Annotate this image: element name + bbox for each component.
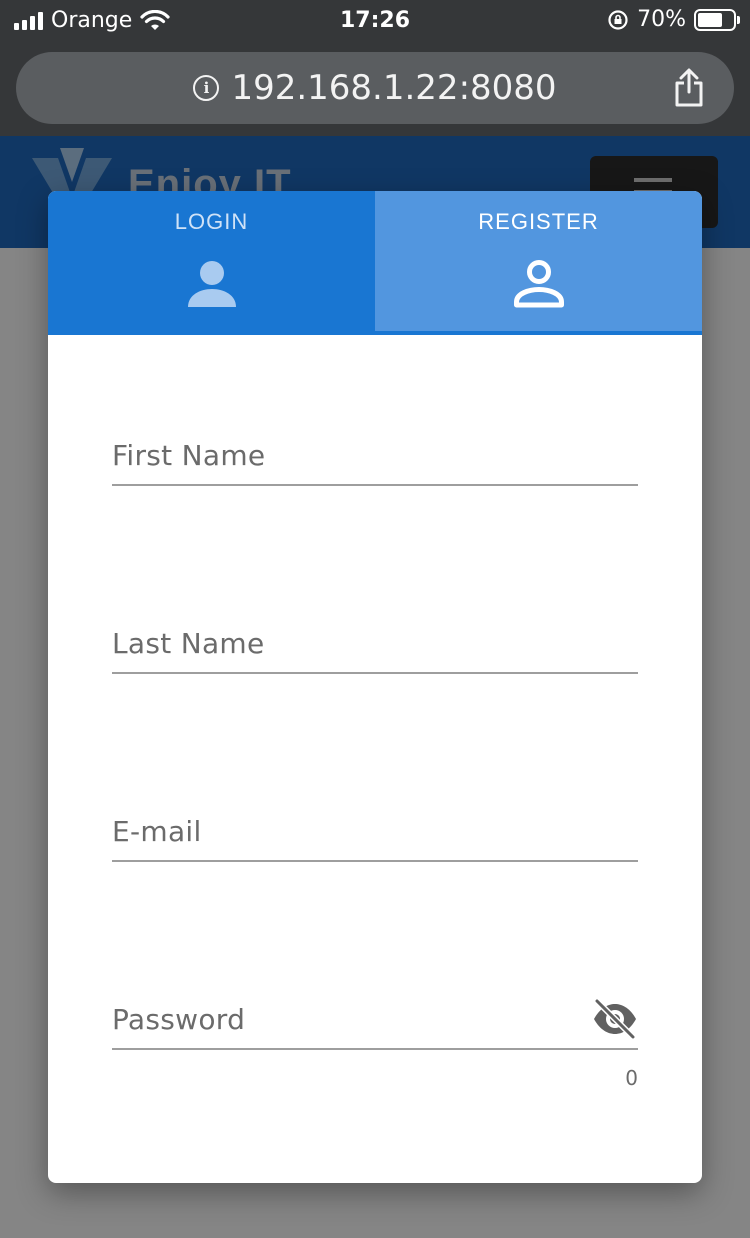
last-name-input[interactable]: [112, 614, 638, 672]
status-bar: Orange 17:26 70%: [0, 0, 750, 40]
tab-register-label: REGISTER: [478, 209, 599, 234]
tab-login[interactable]: LOGIN: [48, 191, 375, 335]
battery-icon: [694, 8, 740, 31]
password-input[interactable]: [112, 990, 582, 1048]
battery-percent: 70%: [637, 7, 686, 32]
password-field: [112, 990, 638, 1050]
rotation-lock-icon: [608, 9, 628, 30]
browser-bar: i 192.168.1.22:8080: [0, 40, 750, 136]
auth-tabs: LOGIN REGISTER: [48, 191, 702, 335]
info-icon[interactable]: i: [193, 75, 220, 101]
password-char-counter: 0: [625, 1066, 638, 1090]
account-filled-icon: [187, 261, 236, 307]
url-text[interactable]: 192.168.1.22:8080: [231, 68, 556, 108]
address-bar[interactable]: i 192.168.1.22:8080: [16, 52, 734, 124]
auth-dialog: LOGIN REGISTER 0: [48, 191, 702, 1183]
tab-register[interactable]: REGISTER: [375, 191, 702, 335]
tab-login-label: LOGIN: [174, 209, 249, 234]
first-name-input[interactable]: [112, 426, 638, 484]
email-field: [112, 802, 638, 862]
account-outline-icon: [513, 260, 564, 308]
first-name-field: [112, 426, 638, 486]
email-input[interactable]: [112, 802, 638, 860]
status-right: 70%: [607, 7, 740, 32]
eye-off-icon[interactable]: [592, 998, 638, 1040]
share-icon[interactable]: [672, 68, 706, 108]
last-name-field: [112, 614, 638, 674]
